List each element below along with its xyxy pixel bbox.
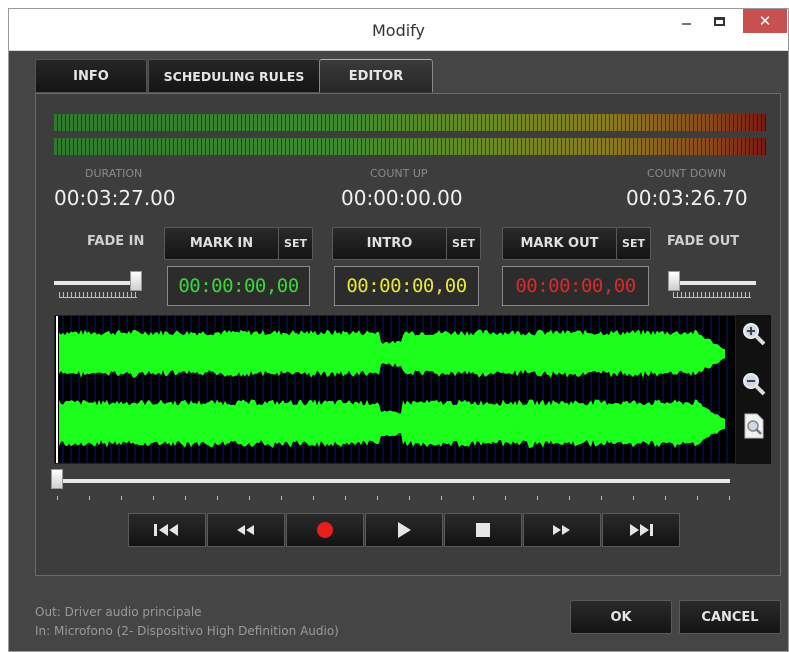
position-slider-thumb[interactable] xyxy=(51,469,63,489)
ok-button[interactable]: OK xyxy=(570,600,672,634)
maximize-button[interactable] xyxy=(706,9,732,33)
mark-in-set-button[interactable]: SET xyxy=(278,227,313,260)
vu-meter-left xyxy=(54,114,766,131)
fade-out-slider-thumb[interactable] xyxy=(668,271,680,291)
mark-in-field[interactable]: 00:00:00,00 xyxy=(167,266,310,306)
close-button[interactable]: ✕ xyxy=(743,9,787,33)
position-ticks xyxy=(57,496,730,500)
minimize-button[interactable] xyxy=(673,9,699,33)
intro-field[interactable]: 00:00:00,00 xyxy=(334,266,479,306)
waveform-display[interactable] xyxy=(54,315,736,464)
mark-in-button[interactable]: MARK IN xyxy=(164,227,279,260)
duration-label: DURATION xyxy=(85,167,143,180)
mark-out-button[interactable]: MARK OUT xyxy=(502,227,617,260)
audio-in-info: In: Microfono (2- Dispositivo High Defin… xyxy=(35,624,339,638)
intro-button[interactable]: INTRO xyxy=(332,227,447,260)
zoom-out-button[interactable] xyxy=(736,367,771,401)
title-bar: Modify ✕ xyxy=(9,9,788,51)
record-button[interactable] xyxy=(286,513,364,547)
window-title: Modify xyxy=(371,21,425,40)
mark-out-field[interactable]: 00:00:00,00 xyxy=(502,266,649,306)
zoom-out-icon xyxy=(742,373,765,396)
zoom-fit-button[interactable] xyxy=(736,409,771,443)
cancel-button[interactable]: CANCEL xyxy=(679,600,781,634)
stop-icon xyxy=(476,523,490,537)
stop-button[interactable] xyxy=(444,513,522,547)
countdown-value: 00:03:26.70 xyxy=(626,186,748,210)
fade-out-ticks xyxy=(673,292,751,298)
fade-out-slider[interactable] xyxy=(668,281,756,285)
intro-set-button[interactable]: SET xyxy=(446,227,481,260)
fast-forward-button[interactable] xyxy=(523,513,601,547)
zoom-in-button[interactable] xyxy=(736,317,771,351)
tab-editor[interactable]: EDITOR xyxy=(319,59,433,93)
zoom-in-icon xyxy=(742,323,765,346)
fade-in-ticks xyxy=(59,292,137,298)
fade-in-label: FADE IN xyxy=(87,234,145,249)
duration-value: 00:03:27.00 xyxy=(54,186,176,210)
record-icon xyxy=(317,522,333,538)
maximize-icon xyxy=(713,16,725,26)
countdown-label: COUNT DOWN xyxy=(647,167,727,180)
rewind-button[interactable] xyxy=(207,513,285,547)
skip-to-start-icon xyxy=(154,524,178,536)
countup-label: COUNT UP xyxy=(370,167,428,180)
fast-forward-icon xyxy=(553,525,570,535)
position-slider[interactable] xyxy=(57,479,730,483)
vu-meter-right xyxy=(54,138,766,155)
zoom-fit-icon xyxy=(744,413,763,439)
fade-in-slider-thumb[interactable] xyxy=(130,271,142,291)
play-icon xyxy=(398,522,411,538)
modify-window: Modify ✕ INFO SCHEDULING RULES EDITOR DU… xyxy=(8,8,789,652)
mark-out-set-button[interactable]: SET xyxy=(616,227,651,260)
skip-to-start-button[interactable] xyxy=(128,513,206,547)
minimize-icon xyxy=(681,23,691,25)
countup-value: 00:00:00.00 xyxy=(341,186,463,210)
audio-out-info: Out: Driver audio principale xyxy=(35,605,202,619)
tab-scheduling-rules[interactable]: SCHEDULING RULES xyxy=(148,59,320,93)
skip-to-end-icon xyxy=(630,524,653,536)
waveform xyxy=(55,316,735,463)
close-icon: ✕ xyxy=(758,12,772,30)
skip-to-end-button[interactable] xyxy=(602,513,680,547)
fade-in-slider[interactable] xyxy=(54,281,142,285)
play-button[interactable] xyxy=(365,513,443,547)
rewind-icon xyxy=(237,525,254,535)
tab-info[interactable]: INFO xyxy=(35,59,147,93)
fade-out-label: FADE OUT xyxy=(667,234,740,249)
